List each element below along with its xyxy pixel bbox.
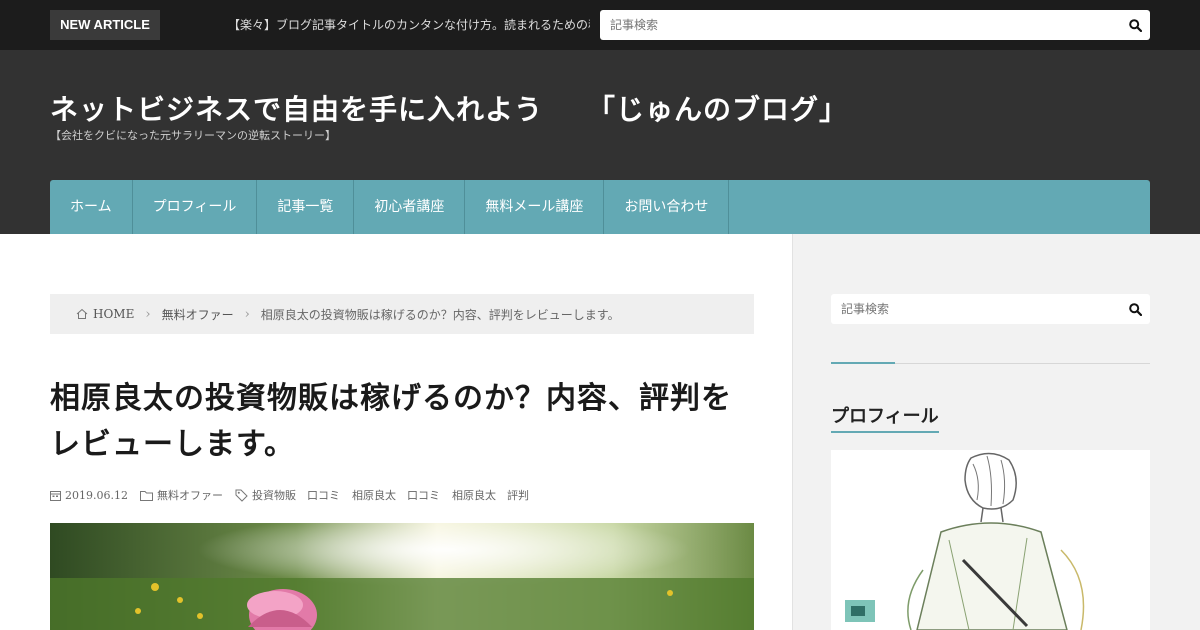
sidebar: プロフィール: [792, 234, 1200, 630]
site-tagline: 【会社をクビになった元サラリーマンの逆転ストーリー】: [50, 129, 336, 142]
top-search-box: [600, 10, 1150, 40]
nav-item-beginner-course[interactable]: 初心者講座: [354, 180, 466, 234]
sidebar-search-button[interactable]: [1120, 294, 1150, 324]
nav-item-profile[interactable]: プロフィール: [133, 180, 258, 234]
global-nav: ホーム プロフィール 記事一覧 初心者講座 無料メール講座 お問い合わせ: [50, 180, 1150, 234]
profile-widget-title: プロフィール: [831, 402, 939, 433]
site-header: ネットビジネスで自由を手に入れよう 「じゅんのブログ」 【会社をクビになった元サ…: [0, 50, 1200, 234]
chevron-right-icon: ›: [145, 306, 151, 322]
post-tag[interactable]: 相原良太 評判: [452, 487, 529, 503]
home-icon: [76, 308, 88, 319]
new-article-link[interactable]: 【楽々】ブログ記事タイトルのカンタンな付け方。読まれるための秘訣: [228, 0, 590, 50]
sidebar-divider-accent: [831, 362, 895, 364]
top-search-button[interactable]: [1120, 10, 1150, 40]
site-title[interactable]: ネットビジネスで自由を手に入れよう 「じゅんのブログ」: [50, 88, 848, 128]
nav-item-contact[interactable]: お問い合わせ: [604, 180, 730, 234]
nav-item-mail-course[interactable]: 無料メール講座: [465, 180, 605, 234]
post-category[interactable]: 無料オファー: [139, 487, 223, 503]
nav-item-home[interactable]: ホーム: [50, 180, 133, 234]
featured-image: [50, 523, 754, 630]
post-tag[interactable]: 相原良太 口コミ: [352, 487, 440, 503]
profile-illustration: [831, 450, 1150, 630]
post-tags: 投資物販 口コミ 相原良太 口コミ 相原良太 評判: [235, 487, 541, 503]
search-icon: [1128, 18, 1142, 32]
main-content: HOME › 無料オファー › 相原良太の投資物販は稼げるのか？内容、評判をレビ…: [0, 234, 792, 630]
breadcrumb-home[interactable]: HOME: [76, 307, 134, 321]
chevron-right-icon: ›: [244, 306, 250, 322]
new-article-badge: NEW ARTICLE: [50, 10, 160, 40]
breadcrumb-home-label: HOME: [93, 307, 135, 321]
breadcrumb-category[interactable]: 無料オファー: [162, 306, 234, 323]
breadcrumb: HOME › 無料オファー › 相原良太の投資物販は稼げるのか？内容、評判をレビ…: [50, 294, 754, 334]
folder-icon: [139, 490, 153, 501]
post-category-link[interactable]: 無料オファー: [157, 487, 223, 503]
article-meta: 2019.06.12 無料オファー 投資物販 口コミ 相原良太 口コミ 相原良太…: [50, 486, 553, 504]
article-title: 相原良太の投資物販は稼げるのか？内容、評判をレビューします。: [50, 381, 732, 462]
post-tag[interactable]: 投資物販 口コミ: [252, 487, 340, 503]
tag-icon: [235, 489, 248, 502]
top-bar: NEW ARTICLE 【楽々】ブログ記事タイトルのカンタンな付け方。読まれるた…: [0, 0, 1200, 50]
post-date-value: 2019.06.12: [65, 488, 128, 502]
calendar-icon: [50, 490, 61, 501]
top-search-input[interactable]: [610, 10, 1110, 40]
sidebar-search-box: [831, 294, 1150, 324]
sidebar-search-input[interactable]: [841, 294, 1111, 324]
post-date: 2019.06.12: [50, 489, 128, 502]
nav-item-article-list[interactable]: 記事一覧: [257, 180, 355, 234]
search-icon: [1128, 302, 1142, 316]
breadcrumb-current: 相原良太の投資物販は稼げるのか？内容、評判をレビューします。: [260, 307, 620, 322]
